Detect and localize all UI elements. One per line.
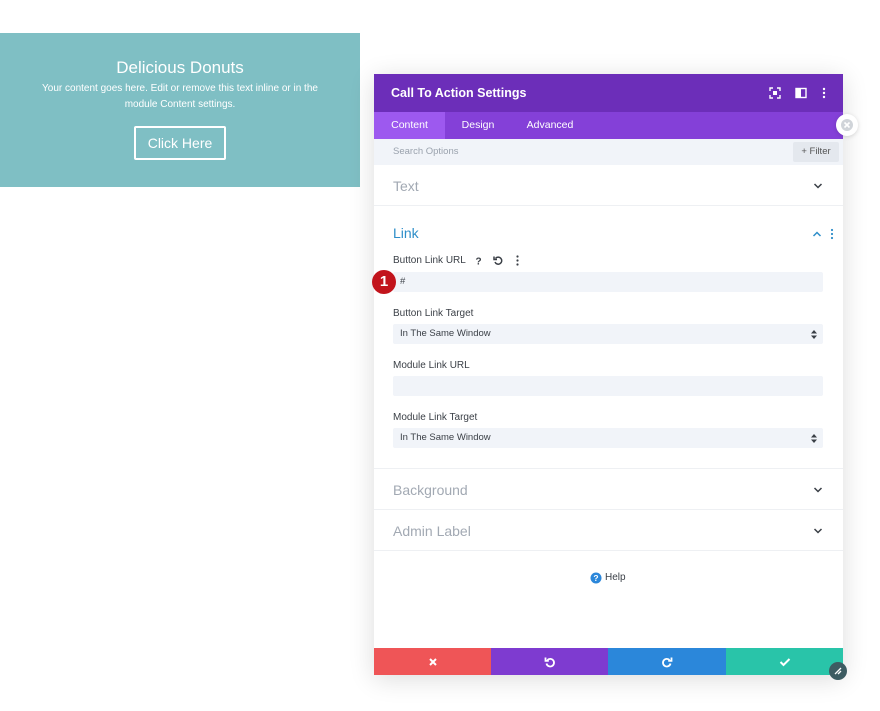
section-text-label: Text	[393, 178, 419, 194]
redo-button[interactable]	[608, 648, 726, 675]
close-bubble-button[interactable]	[836, 114, 858, 136]
field-more-icon[interactable]	[511, 254, 524, 267]
chevron-up-icon[interactable]	[812, 230, 822, 238]
filter-button[interactable]: + Filter	[793, 142, 839, 162]
section-text-toggle[interactable]: Text	[374, 166, 843, 206]
module-link-url-label: Module Link URL	[393, 360, 470, 371]
module-link-url-input[interactable]	[393, 376, 823, 396]
section-admin-label-label: Admin Label	[393, 523, 471, 539]
section-background-label: Background	[393, 482, 468, 498]
chevron-down-icon	[813, 528, 823, 534]
button-link-target-value: In The Same Window	[400, 328, 491, 339]
help-circle-icon: ?	[590, 572, 602, 584]
tab-design[interactable]: Design	[449, 112, 507, 139]
module-link-target-label: Module Link Target	[393, 412, 478, 423]
redo-icon	[662, 657, 673, 667]
section-admin-label-toggle[interactable]: Admin Label	[374, 511, 843, 551]
save-button[interactable]	[726, 648, 843, 675]
button-link-url-input[interactable]: #	[393, 272, 823, 292]
modal-header: Call To Action Settings	[374, 74, 843, 112]
settings-modal: Call To Action Settings Content Design A…	[374, 74, 843, 675]
button-link-target-label: Button Link Target	[393, 308, 474, 319]
more-options-icon[interactable]	[817, 86, 831, 100]
svg-text:?: ?	[475, 257, 481, 268]
resize-icon	[834, 667, 842, 675]
close-icon	[428, 657, 437, 666]
select-arrows-icon	[811, 330, 817, 339]
module-link-target-select[interactable]: In The Same Window	[393, 428, 823, 448]
button-link-target-select[interactable]: In The Same Window	[393, 324, 823, 344]
tab-advanced[interactable]: Advanced	[517, 112, 583, 139]
reset-icon[interactable]	[492, 254, 505, 267]
fullscreen-icon[interactable]	[768, 86, 782, 100]
checkmark-icon	[779, 657, 790, 666]
chevron-down-icon	[813, 183, 823, 189]
chevron-down-icon	[813, 487, 823, 493]
search-options-input[interactable]: Search Options	[393, 146, 458, 157]
modal-footer	[374, 648, 843, 675]
cta-body-text: Your content goes here. Edit or remove t…	[42, 83, 318, 110]
section-link-label[interactable]: Link	[393, 225, 419, 241]
help-question-icon[interactable]: ?	[472, 254, 485, 268]
section-more-icon[interactable]	[829, 228, 835, 240]
search-bar: Search Options + Filter	[374, 139, 843, 165]
select-arrows-icon	[811, 434, 817, 443]
undo-button[interactable]	[491, 648, 608, 675]
resize-handle[interactable]	[829, 662, 847, 680]
tab-content[interactable]: Content	[374, 112, 445, 139]
help-label: Help	[605, 572, 626, 583]
undo-icon	[544, 657, 555, 667]
section-divider	[374, 468, 843, 469]
cta-title: Delicious Donuts	[116, 58, 244, 77]
section-background-toggle[interactable]: Background	[374, 470, 843, 510]
svg-text:?: ?	[593, 573, 598, 583]
tab-bar: Content Design Advanced	[374, 112, 843, 139]
step-number-badge: 1	[372, 270, 396, 294]
close-circle-icon	[841, 119, 853, 131]
module-link-target-value: In The Same Window	[400, 432, 491, 443]
button-link-url-label: Button Link URL	[393, 255, 466, 266]
cta-click-here-button[interactable]: Click Here	[134, 126, 226, 160]
modal-title: Call To Action Settings	[391, 86, 527, 100]
split-view-icon[interactable]	[794, 86, 808, 100]
cancel-button[interactable]	[374, 648, 491, 675]
cta-module-preview: Delicious Donuts Your content goes here.…	[0, 33, 360, 187]
